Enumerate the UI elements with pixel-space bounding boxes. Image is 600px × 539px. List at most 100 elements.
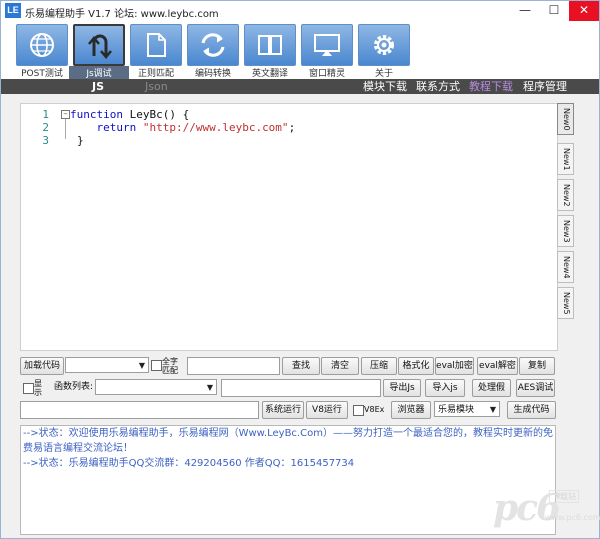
full-match-label: 全字匹配 [162, 357, 178, 375]
contact-link[interactable]: 联系方式 [416, 79, 460, 94]
code-select[interactable]: ▼ [65, 357, 149, 373]
eval-decrypt-button[interactable]: eval解密 [477, 357, 518, 375]
monitor-icon [314, 34, 340, 56]
keyword: return [70, 121, 137, 134]
aes-debug-button[interactable]: AES调试 [516, 379, 555, 397]
regex-match-label: 正则匹配 [137, 69, 174, 79]
program-manage-link[interactable]: 程序管理 [523, 79, 567, 94]
search-input[interactable] [187, 357, 280, 375]
app-window: LE 乐易编程助手 V1.7 论坛: www.leybc.com — ☐ ✕ P… [0, 0, 600, 539]
script-tab-list: New0 New1 New2 New3 New4 New5 [557, 103, 574, 349]
minimize-button[interactable]: — [511, 1, 539, 21]
tutorial-download-link[interactable]: 教程下载 [469, 79, 513, 94]
about-button[interactable]: 关于 [358, 24, 410, 79]
format-button[interactable]: 格式化 [398, 357, 434, 375]
line-number: 1 [42, 108, 49, 121]
script-tab-new4[interactable]: New4 [557, 251, 574, 283]
code-line: } [70, 134, 295, 147]
tab-strip: JS Json 模块下载 联系方式 教程下载 程序管理 [1, 79, 599, 94]
log-line: -->状态：乐易编程助手QQ交流群：429204560 作者QQ：1615457… [23, 458, 355, 469]
v8ex-checkbox[interactable] [353, 405, 364, 416]
log-line: -->状态：欢迎使用乐易编程助手，乐易编程网（Www.LeyBc.Com）——努… [23, 428, 553, 454]
run-args-input[interactable] [20, 401, 259, 419]
english-translate-button[interactable]: 英文翻译 [244, 24, 296, 79]
copy-button[interactable]: 复制 [519, 357, 555, 375]
eval-encrypt-button[interactable]: eval加密 [435, 357, 474, 375]
post-test-button[interactable]: POST测试 [16, 24, 68, 79]
code-line: function LeyBc() { [70, 108, 295, 121]
generate-code-button[interactable]: 生成代码 [507, 401, 556, 419]
line-number-gutter: 1 2 3 [21, 108, 49, 147]
code-fragment: } [77, 134, 84, 147]
code-fragment: LeyBc() { [122, 108, 190, 121]
script-tab-new2[interactable]: New2 [557, 179, 574, 211]
browser-button[interactable]: 浏览器 [391, 401, 431, 419]
function-toolbar: 显示 函数列表: ▼ 导出Js 导入js 处理假 AES调试 [20, 379, 557, 397]
show-checkbox[interactable] [23, 383, 34, 394]
module-select[interactable]: 乐易模块 ▼ [434, 401, 500, 417]
script-tab-new0[interactable]: New0 [557, 103, 574, 135]
main-toolbar: POST测试 Js调试 正则匹配 编码转换 英文翻译 窗口精灵 关于 [1, 21, 599, 79]
english-translate-label: 英文翻译 [251, 69, 288, 79]
window-title: 乐易编程助手 V1.7 论坛: www.leybc.com [25, 9, 219, 20]
app-icon: LE [5, 3, 21, 18]
script-tab-new5[interactable]: New5 [557, 287, 574, 319]
title-bar: LE 乐易编程助手 V1.7 论坛: www.leybc.com — ☐ ✕ [1, 1, 599, 21]
function-list-label: 函数列表: [54, 382, 94, 392]
code-fragment: ; [288, 121, 296, 134]
document-icon [147, 33, 166, 57]
post-test-label: POST测试 [21, 69, 63, 79]
window-sprite-label: 窗口精灵 [308, 69, 345, 79]
regex-match-button[interactable]: 正则匹配 [130, 24, 182, 79]
book-icon [258, 35, 282, 55]
full-match-checkbox[interactable] [151, 360, 162, 371]
sync-icon [201, 33, 225, 57]
import-js-button[interactable]: 导入js [425, 379, 465, 397]
code-line: return "http://www.leybc.com"; [70, 121, 295, 134]
js-debug-button[interactable]: Js调试 [69, 24, 129, 79]
code-text[interactable]: function LeyBc() { return "http://www.le… [70, 108, 295, 147]
keyword: function [70, 108, 123, 121]
code-editor[interactable]: 1 2 3 − function LeyBc() { return "http:… [20, 103, 558, 351]
script-tab-new1[interactable]: New1 [557, 143, 574, 175]
line-number: 3 [42, 134, 49, 147]
handle-fake-button[interactable]: 处理假 [472, 379, 511, 397]
module-download-link[interactable]: 模块下载 [363, 79, 407, 94]
watermark-url: www.pc6.com [545, 513, 600, 522]
close-button[interactable]: ✕ [569, 1, 599, 21]
chevron-down-icon: ▼ [206, 383, 213, 392]
tab-json[interactable]: Json [145, 79, 168, 94]
js-debug-label: Js调试 [69, 66, 129, 79]
system-run-button[interactable]: 系统运行 [262, 401, 304, 419]
status-log[interactable]: -->状态：欢迎使用乐易编程助手，乐易编程网（Www.LeyBc.Com）——努… [20, 425, 556, 535]
chevron-down-icon: ▼ [138, 361, 145, 370]
export-js-button[interactable]: 导出Js [383, 379, 421, 397]
fold-guide [65, 119, 66, 139]
show-label: 显示 [34, 379, 42, 397]
globe-icon [30, 33, 54, 57]
function-filter-input[interactable] [221, 379, 381, 397]
watermark-badge: 下载站 [549, 490, 579, 503]
window-sprite-button[interactable]: 窗口精灵 [301, 24, 353, 79]
run-toolbar: 系统运行 V8运行 V8Ex 浏览器 乐易模块 ▼ 生成代码 [20, 401, 557, 419]
string-literal: "http://www.leybc.com" [136, 121, 289, 134]
script-tab-new3[interactable]: New3 [557, 215, 574, 247]
v8ex-label: V8Ex [364, 405, 385, 414]
edit-toolbar: 加载代码 ▼ 全字匹配 查找 清空 压缩 格式化 eval加密 eval解密 复… [20, 357, 557, 375]
about-label: 关于 [374, 69, 393, 79]
tab-js[interactable]: JS [92, 79, 104, 94]
gear-icon [374, 35, 394, 55]
function-list-select[interactable]: ▼ [95, 379, 217, 395]
maximize-button[interactable]: ☐ [540, 1, 568, 21]
v8-run-button[interactable]: V8运行 [306, 401, 348, 419]
fold-toggle[interactable]: − [61, 110, 70, 119]
encoding-convert-label: 编码转换 [194, 69, 231, 79]
compress-button[interactable]: 压缩 [361, 357, 397, 375]
load-code-button[interactable]: 加载代码 [20, 357, 64, 375]
find-button[interactable]: 查找 [282, 357, 320, 375]
clear-button[interactable]: 清空 [321, 357, 359, 375]
u-turn-icon [88, 34, 112, 59]
chevron-down-icon: ▼ [489, 405, 496, 414]
encoding-convert-button[interactable]: 编码转换 [187, 24, 239, 79]
line-number: 2 [42, 121, 49, 134]
